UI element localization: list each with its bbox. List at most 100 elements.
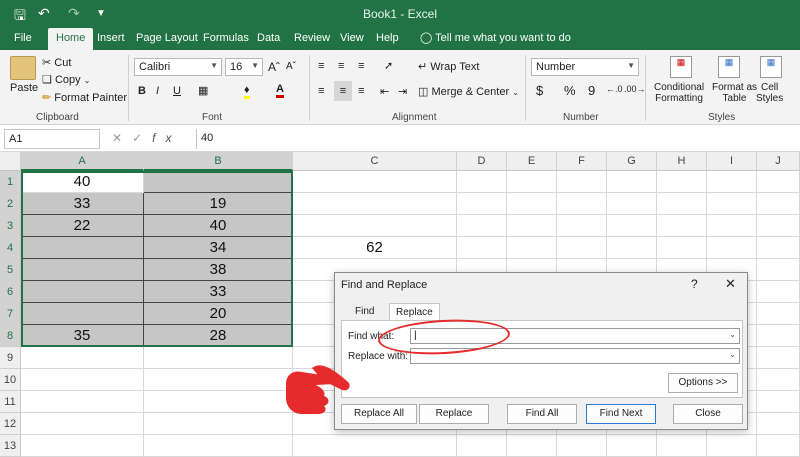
cell-e1[interactable] [507, 171, 557, 193]
row-header-13[interactable]: 13 [0, 435, 21, 457]
row-header-6[interactable]: 6 [0, 281, 21, 303]
tab-page-layout[interactable]: Page Layout [136, 32, 198, 44]
conditional-formatting-button[interactable]: Conditional Formatting [654, 82, 704, 104]
format-painter-button[interactable]: ✏ Format Painter [42, 91, 127, 104]
tab-replace[interactable]: Replace [389, 303, 440, 321]
cell-i4[interactable] [707, 237, 757, 259]
cell-d4[interactable] [457, 237, 507, 259]
column-header-f[interactable]: F [557, 152, 607, 171]
cell-j12[interactable] [757, 413, 800, 435]
format-as-table-icon[interactable]: ▦ [718, 56, 740, 78]
tab-insert[interactable]: Insert [97, 32, 125, 44]
cell-a1[interactable]: 40 [21, 171, 144, 193]
row-header-2[interactable]: 2 [0, 193, 21, 215]
tab-help[interactable]: Help [376, 32, 399, 44]
decrease-indent-icon[interactable]: ⇤ [380, 85, 389, 98]
cell-g3[interactable] [607, 215, 657, 237]
column-header-i[interactable]: I [707, 152, 757, 171]
cell-e4[interactable] [507, 237, 557, 259]
column-header-j[interactable]: J [757, 152, 800, 171]
cell-e13[interactable] [507, 435, 557, 457]
cut-button[interactable]: ✂ Cut [42, 56, 71, 69]
cell-j8[interactable] [757, 325, 800, 347]
align-center-icon[interactable]: ≡ [334, 81, 352, 101]
font-size-select[interactable]: 16 ▼ [225, 58, 263, 76]
cell-b10[interactable] [144, 369, 293, 391]
align-middle-icon[interactable]: ≡ [338, 60, 344, 72]
row-header-1[interactable]: 1 [0, 171, 21, 193]
row-header-11[interactable]: 11 [0, 391, 21, 413]
cell-g1[interactable] [607, 171, 657, 193]
align-right-icon[interactable]: ≡ [358, 85, 364, 97]
cell-f13[interactable] [557, 435, 607, 457]
tab-file[interactable]: File [14, 32, 32, 44]
cell-g4[interactable] [607, 237, 657, 259]
italic-button[interactable]: I [156, 85, 159, 97]
help-icon[interactable]: ? [691, 277, 698, 291]
cell-j13[interactable] [757, 435, 800, 457]
select-all-corner[interactable] [0, 152, 21, 171]
cell-c3[interactable] [293, 215, 457, 237]
row-header-12[interactable]: 12 [0, 413, 21, 435]
underline-button[interactable]: U [173, 85, 181, 97]
cell-a12[interactable] [21, 413, 144, 435]
tab-data[interactable]: Data [257, 32, 280, 44]
tab-formulas[interactable]: Formulas [203, 32, 249, 44]
row-header-10[interactable]: 10 [0, 369, 21, 391]
cell-c2[interactable] [293, 193, 457, 215]
cell-a9[interactable] [21, 347, 144, 369]
cell-i2[interactable] [707, 193, 757, 215]
cell-h3[interactable] [657, 215, 707, 237]
cell-d3[interactable] [457, 215, 507, 237]
cell-d13[interactable] [457, 435, 507, 457]
cell-j6[interactable] [757, 281, 800, 303]
cell-j3[interactable] [757, 215, 800, 237]
column-header-h[interactable]: H [657, 152, 707, 171]
font-color-icon[interactable]: A [276, 83, 284, 98]
cell-a11[interactable] [21, 391, 144, 413]
cell-j9[interactable] [757, 347, 800, 369]
replace-with-input[interactable]: ⌄ [410, 348, 740, 364]
cell-j10[interactable] [757, 369, 800, 391]
cell-h4[interactable] [657, 237, 707, 259]
row-header-9[interactable]: 9 [0, 347, 21, 369]
column-header-c[interactable]: C [293, 152, 457, 171]
close-button[interactable]: Close [673, 404, 743, 424]
tab-view[interactable]: View [340, 32, 364, 44]
cell-a7[interactable] [21, 303, 144, 325]
conditional-formatting-icon[interactable]: ▦ [670, 56, 692, 78]
cell-f4[interactable] [557, 237, 607, 259]
cell-e3[interactable] [507, 215, 557, 237]
cell-f3[interactable] [557, 215, 607, 237]
cell-a6[interactable] [21, 281, 144, 303]
cell-b13[interactable] [144, 435, 293, 457]
cell-e2[interactable] [507, 193, 557, 215]
comma-button[interactable]: 9 [588, 83, 595, 98]
align-bottom-icon[interactable]: ≡ [358, 60, 364, 72]
bold-button[interactable]: B [138, 85, 146, 97]
cell-a2[interactable]: 33 [21, 193, 144, 215]
find-all-button[interactable]: Find All [507, 404, 577, 424]
cell-d2[interactable] [457, 193, 507, 215]
column-header-b[interactable]: B [144, 152, 293, 171]
currency-button[interactable]: $ [536, 83, 543, 98]
cell-i1[interactable] [707, 171, 757, 193]
fill-color-icon[interactable]: ♦ [244, 84, 250, 99]
cell-b12[interactable] [144, 413, 293, 435]
cell-b7[interactable]: 20 [144, 303, 293, 325]
orientation-icon[interactable]: ➚ [384, 59, 393, 72]
cell-d1[interactable] [457, 171, 507, 193]
align-left-icon[interactable]: ≡ [318, 85, 324, 97]
cell-c13[interactable] [293, 435, 457, 457]
align-top-icon[interactable]: ≡ [318, 60, 324, 72]
cell-b3[interactable]: 40 [144, 215, 293, 237]
row-header-3[interactable]: 3 [0, 215, 21, 237]
cell-f2[interactable] [557, 193, 607, 215]
column-header-e[interactable]: E [507, 152, 557, 171]
cell-h13[interactable] [657, 435, 707, 457]
cell-a5[interactable] [21, 259, 144, 281]
column-header-d[interactable]: D [457, 152, 507, 171]
cell-styles-icon[interactable]: ▦ [760, 56, 782, 78]
chevron-down-icon[interactable]: ⌄ [729, 330, 736, 339]
format-as-table-button[interactable]: Format as Table [712, 82, 757, 104]
